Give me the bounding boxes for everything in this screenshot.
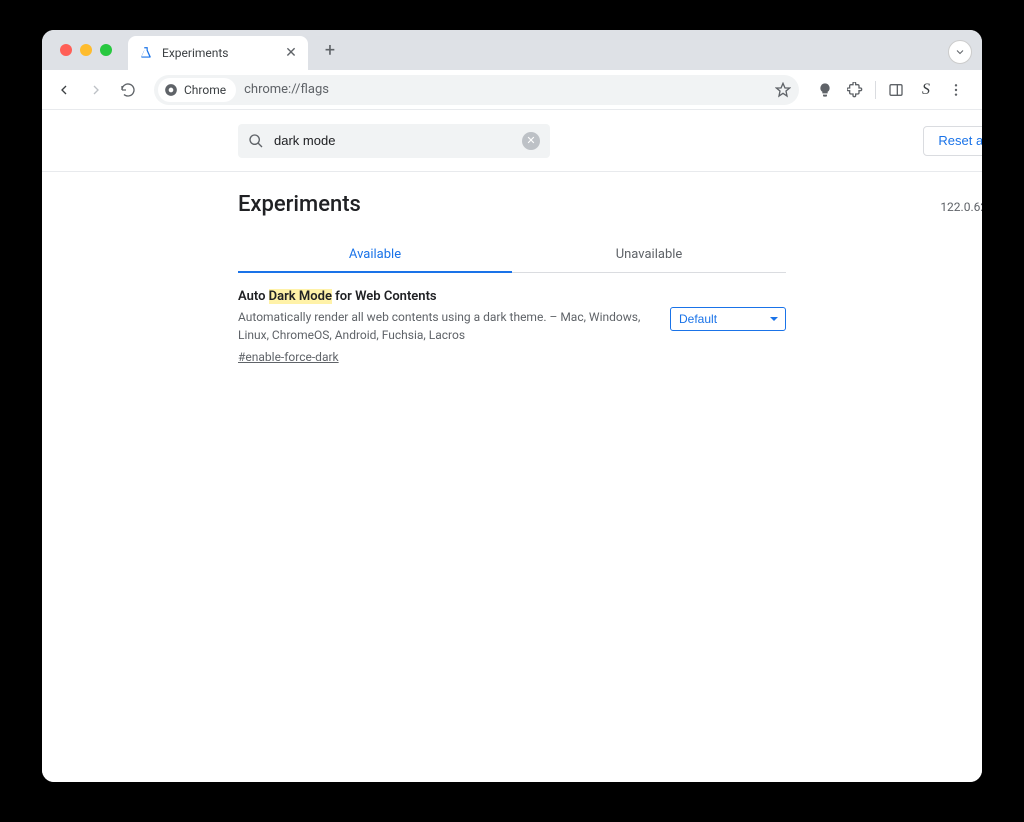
top-bar: ✕ Reset all [42, 110, 982, 172]
omnibox[interactable]: Chrome chrome://flags [154, 75, 799, 105]
bookmark-star-icon[interactable] [771, 82, 795, 98]
window-maximize-button[interactable] [100, 44, 112, 56]
side-panel-icon[interactable] [882, 76, 910, 104]
window-close-button[interactable] [60, 44, 72, 56]
forward-button[interactable] [82, 76, 110, 104]
new-tab-button[interactable]: + [316, 36, 344, 64]
tab-available[interactable]: Available [238, 237, 512, 272]
reload-button[interactable] [114, 76, 142, 104]
tabs-row: Available Unavailable [238, 237, 786, 273]
flag-dropdown[interactable]: Default [670, 307, 786, 331]
search-input[interactable] [274, 133, 512, 148]
main-area: Experiments 122.0.6261.129 Available Una… [238, 192, 786, 381]
extensions-icon[interactable] [841, 76, 869, 104]
page-title: Experiments [238, 192, 361, 217]
flask-icon [138, 45, 154, 61]
page-content: ✕ Reset all Experiments 122.0.6261.129 A… [42, 110, 982, 782]
flag-hash-link[interactable]: #enable-force-dark [238, 350, 339, 364]
tab-unavailable[interactable]: Unavailable [512, 237, 786, 272]
back-button[interactable] [50, 76, 78, 104]
browser-window: Experiments ✕ + Chrome chrome://flags [42, 30, 982, 782]
window-minimize-button[interactable] [80, 44, 92, 56]
version-label: 122.0.6261.129 [940, 200, 982, 214]
omnibox-chip-label: Chrome [184, 83, 226, 97]
tabs-dropdown-button[interactable] [948, 40, 972, 64]
toolbar-divider [875, 81, 876, 99]
reset-all-button[interactable]: Reset all [923, 126, 982, 156]
tab-title: Experiments [162, 46, 276, 60]
omnibox-url: chrome://flags [244, 82, 771, 97]
menu-dots-icon[interactable] [942, 76, 970, 104]
search-icon [248, 133, 264, 149]
clear-search-icon[interactable]: ✕ [522, 132, 540, 150]
profile-icon[interactable]: S [912, 76, 940, 104]
browser-toolbar: Chrome chrome://flags S [42, 70, 982, 110]
omnibox-chip[interactable]: Chrome [158, 78, 236, 102]
chrome-icon [164, 83, 178, 97]
browser-tab[interactable]: Experiments ✕ [128, 36, 308, 70]
search-box[interactable]: ✕ [238, 124, 550, 158]
tab-close-icon[interactable]: ✕ [284, 46, 298, 60]
traffic-lights [50, 30, 122, 70]
flag-select-wrap: Default [670, 307, 786, 331]
flag-description: Automatically render all web contents us… [238, 308, 650, 344]
flag-item: Auto Dark Mode for Web Contents Automati… [238, 273, 786, 381]
tab-strip: Experiments ✕ + [42, 30, 982, 70]
lightbulb-icon[interactable] [811, 76, 839, 104]
flag-title: Auto Dark Mode for Web Contents [238, 289, 650, 304]
toolbar-right: S [811, 76, 974, 104]
highlight: Dark Mode [269, 289, 332, 304]
